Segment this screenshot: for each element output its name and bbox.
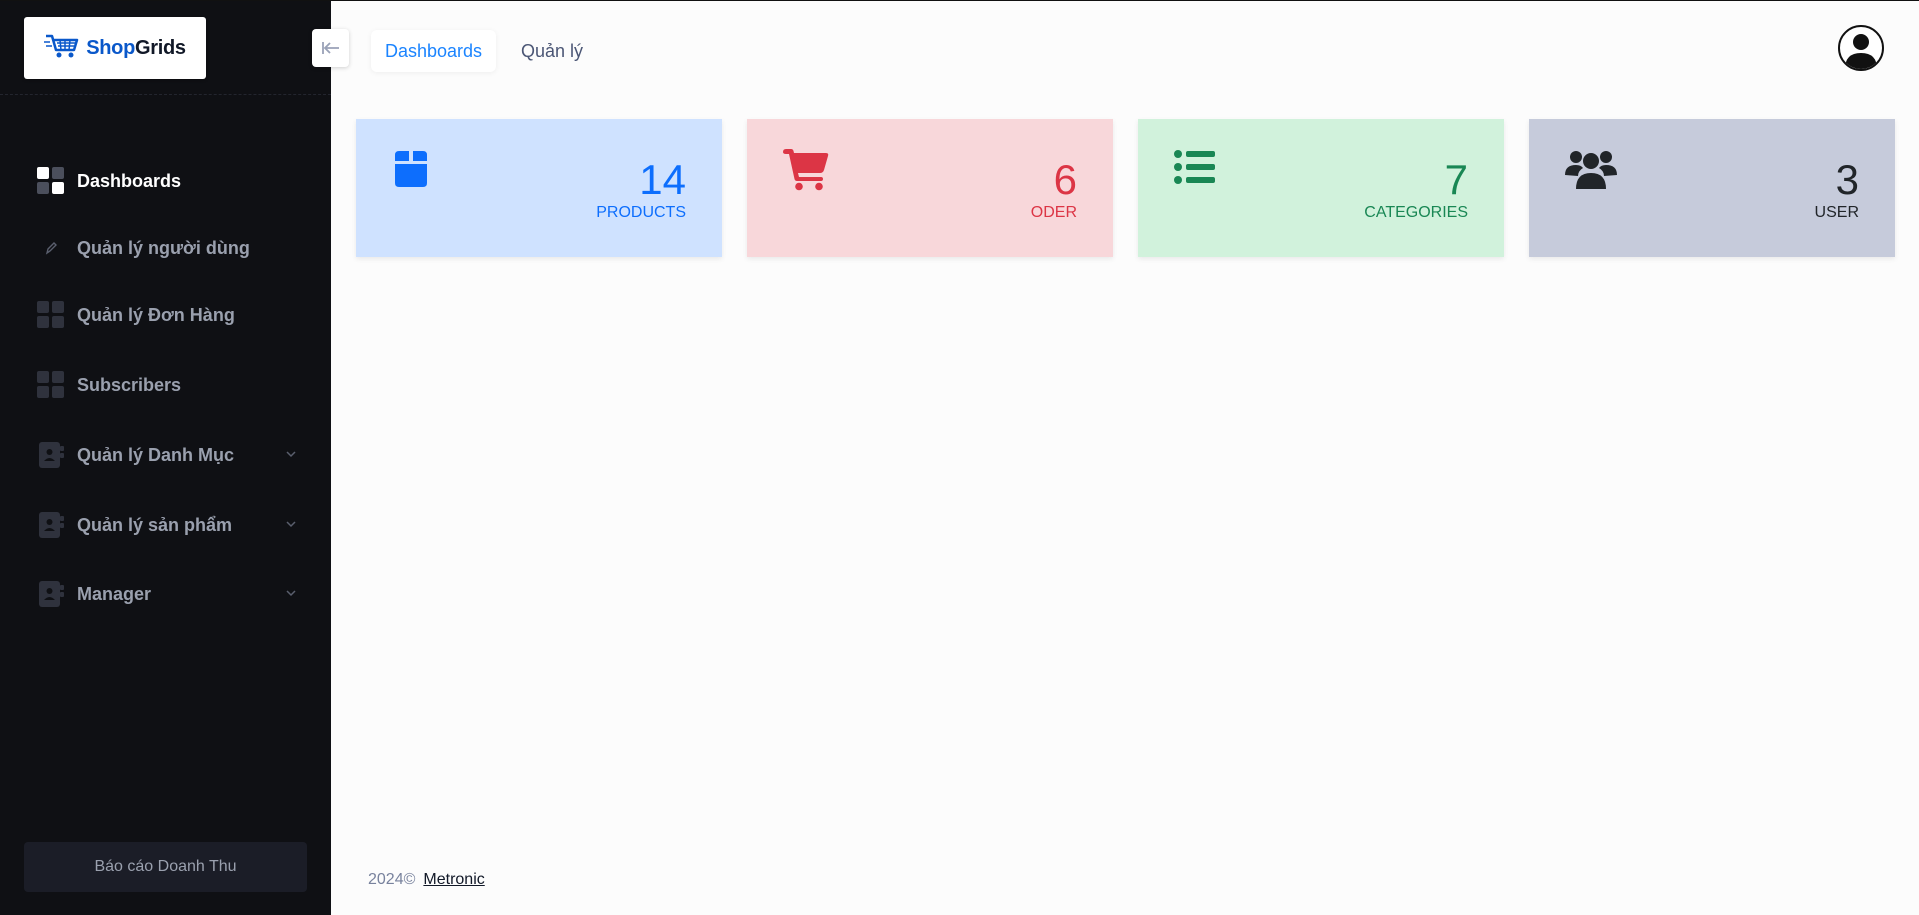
pen-icon [37,234,65,262]
brand-name: ShopGrids [86,36,186,59]
stat-value: 3 [1835,156,1859,203]
stat-label: CATEGORIES [1364,204,1468,221]
tab-dashboards[interactable]: Dashboards [371,30,497,72]
sidebar-item-label: Manager [77,583,152,604]
user-avatar[interactable] [1838,25,1884,71]
sidebar: ShopGrids Dashboards Quản lý người dùng [0,1,331,915]
sidebar-item-dashboards[interactable]: Dashboards [0,159,331,203]
contact-card-icon [37,580,65,608]
footer-link[interactable]: Metronic [423,871,484,889]
stat-value: 6 [1053,156,1077,203]
footer: 2024© Metronic [368,871,485,889]
chevron-down-icon [286,590,296,597]
list-icon [1174,149,1216,190]
arrow-left-icon [321,42,339,54]
stat-label: ODER [1030,204,1077,221]
tab-management[interactable]: Quản lý [507,30,597,72]
sidebar-item-order-management[interactable]: Quản lý Đơn Hàng [0,293,331,337]
chevron-down-icon [286,521,296,528]
box-icon [392,149,430,192]
sidebar-item-subscribers[interactable]: Subscribers [0,363,331,407]
sidebar-item-category-management[interactable]: Quản lý Danh Mục [0,433,331,477]
stat-card-products[interactable]: 14 PRODUCTS [356,119,722,257]
sidebar-item-label: Quản lý người dùng [77,237,250,258]
cart-logo-icon [44,32,80,65]
sidebar-divider [0,94,331,95]
contact-card-icon [37,441,65,469]
sidebar-item-product-management[interactable]: Quản lý sản phẩm [0,503,331,547]
grid-icon [37,371,65,399]
user-avatar-icon [1845,34,1877,69]
revenue-report-button[interactable]: Báo cáo Doanh Thu [24,842,307,892]
contact-card-icon [37,511,65,539]
cart-icon [783,149,829,196]
sidebar-item-label: Quản lý Danh Mục [77,444,235,465]
stat-value: 14 [639,156,686,203]
sidebar-item-label: Subscribers [77,374,182,395]
stat-value: 7 [1444,156,1468,203]
brand-logo[interactable]: ShopGrids [24,17,206,79]
sidebar-toggle-button[interactable] [312,29,349,67]
sidebar-item-manager[interactable]: Manager [0,572,331,616]
stat-card-categories[interactable]: 7 CATEGORIES [1138,119,1504,257]
sidebar-item-label: Quản lý sản phẩm [77,514,233,535]
sidebar-item-user-management[interactable]: Quản lý người dùng [0,226,331,270]
stat-label: PRODUCTS [596,204,686,221]
sidebar-item-label: Quản lý Đơn Hàng [77,304,235,325]
dashboard-grid-icon [37,167,65,195]
stat-card-users[interactable]: 3 USER [1529,119,1895,257]
users-icon [1565,149,1617,194]
sidebar-item-label: Dashboards [77,170,182,191]
footer-copyright: 2024© [368,871,416,888]
stat-card-orders[interactable]: 6 ODER [747,119,1113,257]
chevron-down-icon [286,451,296,458]
grid-icon [37,301,65,329]
stat-label: USER [1814,204,1859,221]
